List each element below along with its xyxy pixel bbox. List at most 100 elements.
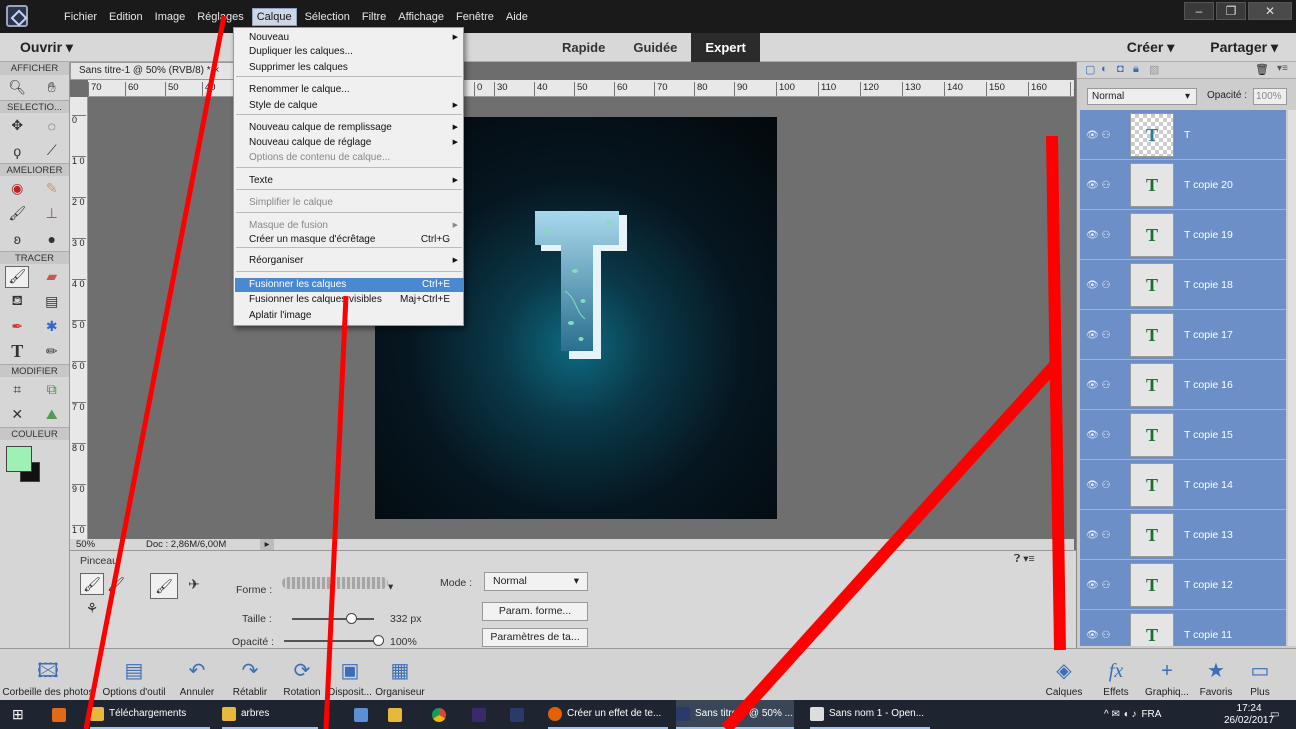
pencil-tool-icon[interactable]: ✏︎ <box>40 341 64 363</box>
taskbar-pinned-app[interactable] <box>354 700 368 729</box>
menu-item[interactable]: Texte ▶ <box>235 174 464 188</box>
layer-row[interactable]: 👁︎ ⚇ T T copie 15 <box>1080 410 1286 460</box>
taskbar-item-firefox[interactable]: Créer un effet de te... <box>548 700 668 729</box>
menu-item[interactable]: Supprimer les calques <box>235 61 464 75</box>
layer-name[interactable]: T copie 15 <box>1184 429 1233 441</box>
notifications-button[interactable]: ▭ <box>1270 700 1279 729</box>
foreground-color-swatch[interactable] <box>6 446 32 472</box>
paint-bucket-icon[interactable]: ⛾ <box>5 291 29 313</box>
new-layer-icon[interactable]: ▢ <box>1085 63 1095 76</box>
layer-row[interactable]: 👁︎ ⚇ T T copie 20 <box>1080 160 1286 210</box>
layer-row[interactable]: 👁︎ ⚇ T T <box>1080 110 1286 160</box>
create-button[interactable]: Créer ▾ <box>1127 39 1175 56</box>
redo-button[interactable]: ↷ Rétablir <box>228 649 272 701</box>
opacite-slider-track[interactable] <box>284 640 378 642</box>
menu-aide[interactable]: Aide <box>502 9 532 25</box>
start-button[interactable]: ⊞ <box>12 700 24 729</box>
brush-tool-icon[interactable]: 🖌︎ <box>5 265 30 288</box>
app-logo-icon[interactable] <box>6 5 28 27</box>
rotate-button[interactable]: ⟳ Rotation <box>278 649 326 701</box>
hand-tool-icon[interactable]: ✋︎ <box>40 77 64 99</box>
layer-name[interactable]: T copie 13 <box>1184 529 1233 541</box>
layer-name[interactable]: T <box>1184 129 1190 141</box>
gradient-tool-icon[interactable]: ▤ <box>40 291 64 313</box>
menu-item[interactable]: Fusionner les calques Ctrl+E <box>235 278 464 292</box>
taille-slider-handle[interactable] <box>346 613 358 624</box>
layers-scrollbar[interactable] <box>1288 110 1296 646</box>
quick-selection-tool-icon[interactable]: ⟋ <box>40 140 64 162</box>
menu-item[interactable]: Fusionner les calques visibles Maj+Ctrl+E <box>235 293 464 307</box>
airbrush-off-icon[interactable]: 🖌︎ <box>150 573 178 599</box>
opacite-slider-handle[interactable] <box>373 635 384 646</box>
lasso-tool-icon[interactable]: ϙ <box>5 140 29 162</box>
taskbar-item-arbres[interactable]: arbres <box>222 700 318 729</box>
lock-icon[interactable]: 🔒︎ <box>1133 63 1139 76</box>
layout-button[interactable]: ▣ Disposit... <box>326 649 374 701</box>
menu-image[interactable]: Image <box>151 9 190 25</box>
layer-row[interactable]: 👁︎ ⚇ T T copie 19 <box>1080 210 1286 260</box>
visibility-eye-icon[interactable]: 👁︎ ⚇ <box>1086 380 1110 391</box>
crop-tool-icon[interactable]: ⌗ <box>5 379 29 401</box>
layer-name[interactable]: T copie 14 <box>1184 479 1233 491</box>
taskbar-chrome[interactable] <box>432 700 446 729</box>
marquee-tool-icon[interactable]: ◌ <box>40 115 64 137</box>
layer-opacity-field[interactable]: 100% <box>1253 88 1287 105</box>
smart-brush-icon[interactable]: 🖌︎ <box>5 203 29 225</box>
close-button[interactable]: ✕ <box>1248 2 1292 20</box>
layers-button[interactable]: ◈ Calques <box>1044 649 1084 701</box>
layer-row[interactable]: 👁︎ ⚇ T T copie 14 <box>1080 460 1286 510</box>
red-eye-tool-icon[interactable]: ◉ <box>5 178 29 200</box>
tab-expert[interactable]: Expert <box>691 33 760 62</box>
menu-item[interactable]: Renommer le calque... <box>235 83 464 97</box>
visibility-eye-icon[interactable]: 👁︎ ⚇ <box>1086 130 1110 141</box>
brush-preset-icon[interactable]: 🖌︎ <box>80 573 104 595</box>
effects-button[interactable]: fx Effets <box>1096 649 1136 701</box>
layer-name[interactable]: T copie 18 <box>1184 279 1233 291</box>
menu-affichage[interactable]: Affichage <box>394 9 448 25</box>
help-icon[interactable]: ❓︎ ▾≡ <box>1014 553 1035 566</box>
layer-name[interactable]: T copie 17 <box>1184 329 1233 341</box>
healing-brush-icon[interactable]: ✎ <box>40 178 64 200</box>
visibility-eye-icon[interactable]: 👁︎ ⚇ <box>1086 180 1110 191</box>
restore-button[interactable]: ❐ <box>1216 2 1246 20</box>
taskbar-item-photoshop[interactable]: Sans titre-1 @ 50% ... <box>676 700 794 729</box>
menu-selection[interactable]: Sélection <box>301 9 354 25</box>
menu-item[interactable]: Nouveau calque de réglage ▶ <box>235 136 464 150</box>
blend-mode-select[interactable]: Normal ▾ <box>1087 88 1197 105</box>
tab-rapide[interactable]: Rapide <box>548 33 619 62</box>
photo-bin-button[interactable]: 🖾︎ Corbeille des photos <box>2 649 94 701</box>
layer-mask-icon[interactable]: ◘ <box>1117 63 1124 75</box>
menu-calque[interactable]: Calque <box>251 7 297 26</box>
menu-item[interactable]: Nouveau ▶ <box>235 31 464 45</box>
brush-shape-preview[interactable] <box>282 577 388 589</box>
layer-row[interactable]: 👁︎ ⚇ T T copie 12 <box>1080 560 1286 610</box>
system-tray[interactable]: ^ ✉ ◖ ♪ FRA <box>1104 700 1161 729</box>
menu-item[interactable]: Créer un masque d'écrêtage Ctrl+G <box>235 233 464 247</box>
layer-row[interactable]: 👁︎ ⚇ T T copie 11 <box>1080 610 1286 646</box>
visibility-eye-icon[interactable]: 👁︎ ⚇ <box>1086 530 1110 541</box>
visibility-eye-icon[interactable]: 👁︎ ⚇ <box>1086 230 1110 241</box>
new-fill-layer-icon[interactable]: ◐ <box>1101 63 1108 75</box>
layer-name[interactable]: T copie 16 <box>1184 379 1233 391</box>
visibility-eye-icon[interactable]: 👁︎ ⚇ <box>1086 580 1110 591</box>
custom-shape-icon[interactable]: ✱ <box>40 316 64 338</box>
layer-name[interactable]: T copie 11 <box>1184 629 1232 641</box>
clone-stamp-icon[interactable]: ⊥ <box>40 203 64 225</box>
menu-item[interactable]: Nouveau calque de remplissage ▶ <box>235 121 464 135</box>
menu-fenetre[interactable]: Fenêtre <box>452 9 498 25</box>
visibility-eye-icon[interactable]: 👁︎ ⚇ <box>1086 280 1110 291</box>
minimize-button[interactable]: – <box>1184 2 1214 20</box>
color-swatches[interactable] <box>0 440 69 484</box>
param-forme-button[interactable]: Param. forme... <box>482 602 588 621</box>
straighten-tool-icon[interactable]: ⛰ <box>40 404 64 426</box>
eyedropper-icon[interactable]: ✒ <box>5 316 29 338</box>
taskbar-elements-1[interactable] <box>472 700 486 729</box>
menu-reglages[interactable]: Réglages <box>193 9 247 25</box>
undo-button[interactable]: ↶ Annuler <box>176 649 218 701</box>
more-button[interactable]: ▭ Plus <box>1240 649 1280 701</box>
trash-icon[interactable]: 🗑︎ <box>1255 63 1269 76</box>
open-button[interactable]: Ouvrir ▾ <box>20 39 73 56</box>
recompose-tool-icon[interactable]: ⧉ <box>40 379 64 401</box>
impressionist-brush-icon[interactable]: 🖌︎ <box>104 573 128 595</box>
favorites-button[interactable]: ★ Favoris <box>1196 649 1236 701</box>
